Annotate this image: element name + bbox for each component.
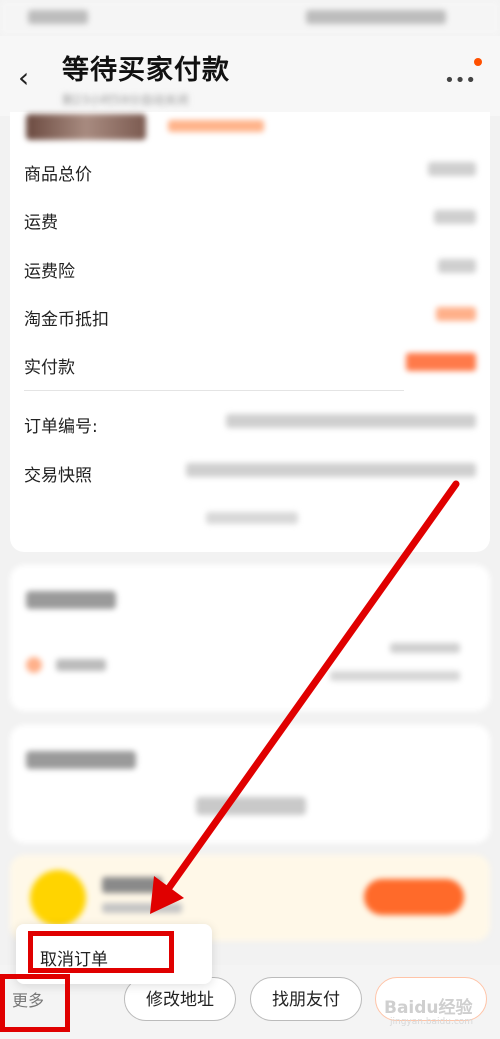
arrow-head bbox=[150, 876, 184, 914]
annotation-arrow bbox=[150, 480, 460, 914]
arrow-shaft bbox=[162, 480, 460, 896]
